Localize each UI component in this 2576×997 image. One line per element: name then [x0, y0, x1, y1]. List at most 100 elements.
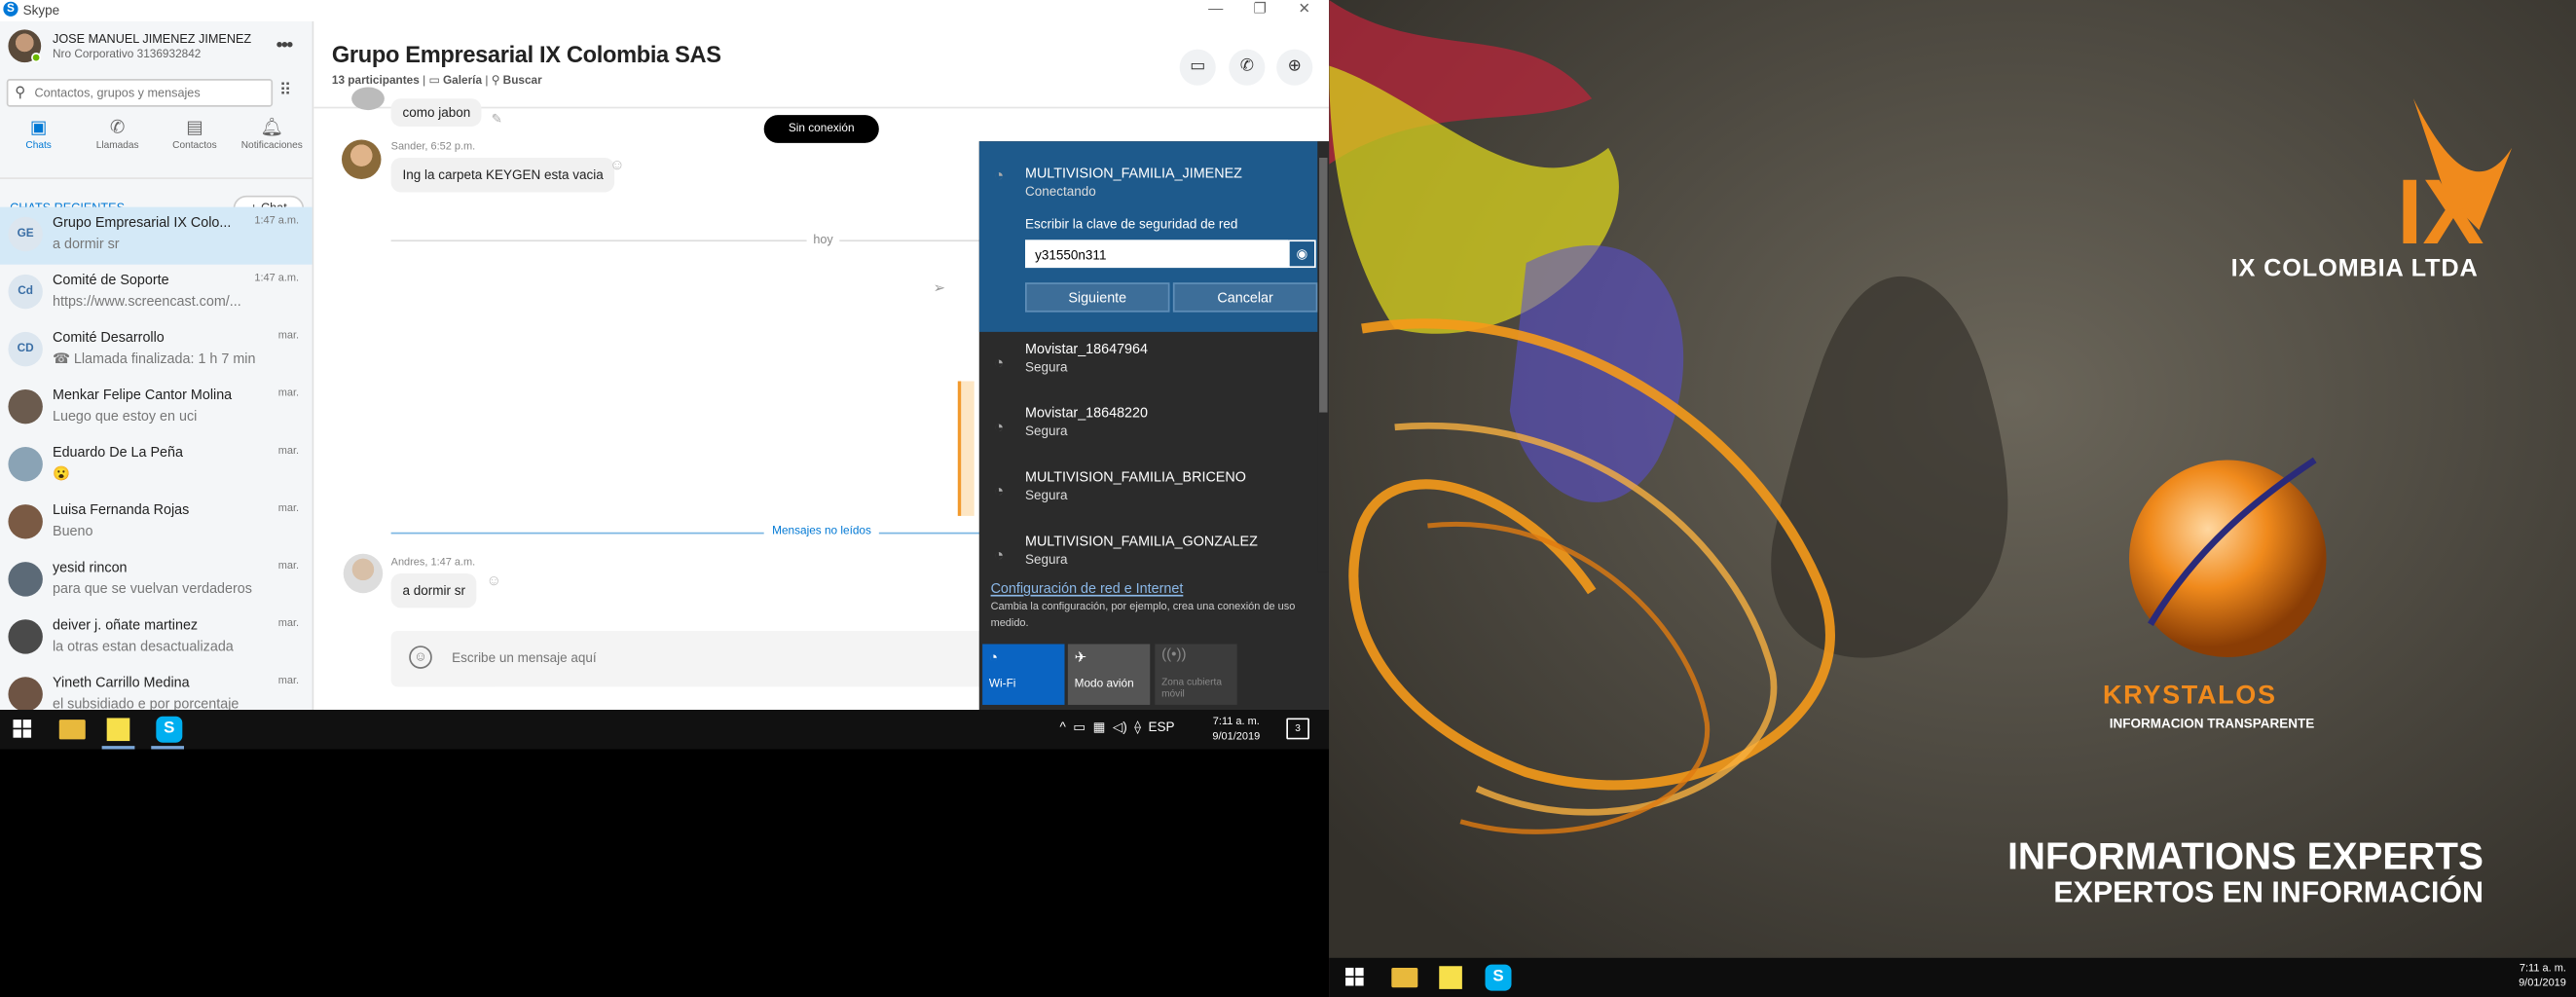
active-indicator — [151, 746, 184, 750]
call-ended-icon: ☎ — [53, 350, 74, 367]
audio-call-button[interactable]: ✆ — [1229, 49, 1266, 86]
chat-list-item[interactable]: Eduardo De La Peña 😮 mar. — [0, 437, 313, 495]
tab-contacts[interactable]: ▤ Contactos — [156, 117, 233, 152]
chat-icon: ▣ — [29, 118, 48, 138]
sticky-notes-icon[interactable] — [1439, 966, 1462, 989]
message-input[interactable] — [452, 646, 945, 669]
file-explorer-icon[interactable] — [58, 720, 86, 740]
day-label: hoy — [806, 231, 840, 247]
wifi-icon: ◔ — [988, 648, 999, 666]
skype-taskbar-icon[interactable]: S — [156, 716, 183, 743]
tab-chats-label: Chats — [25, 141, 52, 152]
wifi-toggle-label: Wi-Fi — [988, 678, 1016, 690]
network-list-item[interactable]: ◔ MULTIVISION_FAMILIA_GONZALEZ Segura — [979, 524, 1318, 586]
next-button[interactable]: Siguiente — [1025, 282, 1170, 313]
sticky-notes-icon[interactable] — [106, 718, 130, 742]
network-settings-link[interactable]: Configuración de red e Internet — [991, 580, 1184, 597]
emoji-icon[interactable]: ☺ — [409, 646, 432, 669]
search-conversation-link[interactable]: Buscar — [503, 76, 542, 88]
connecting-network-panel: ◔ MULTIVISION_FAMILIA_JIMENEZ Conectando… — [978, 141, 1318, 332]
battery-icon[interactable]: ▭ — [1073, 720, 1086, 734]
search-input[interactable] — [34, 82, 265, 104]
participants-link[interactable]: 13 participantes — [332, 76, 420, 88]
dialpad-icon[interactable]: ⠿ — [279, 82, 291, 100]
action-center-icon[interactable]: 3 — [1286, 718, 1309, 740]
airplane-mode-toggle[interactable]: ✈ Modo avión — [1067, 644, 1151, 705]
reaction-icon[interactable]: ☺ — [487, 572, 502, 588]
chat-preview-text: Llamada finalizada: 1 h 7 min — [73, 350, 256, 367]
profile-status[interactable]: Nro Corporativo 3136932842 — [53, 50, 201, 61]
tab-chats[interactable]: ▣ Chats — [0, 117, 77, 152]
maximize-icon[interactable]: ❐ — [1243, 0, 1276, 18]
language-indicator[interactable]: ESP — [1148, 720, 1174, 734]
gallery-icon: ▭ — [428, 75, 440, 88]
scrollbar-thumb[interactable] — [1319, 158, 1328, 413]
chat-list-item[interactable]: Cd Comité de Soporte https://www.screenc… — [0, 265, 313, 322]
offline-badge: Sin conexión — [763, 115, 879, 143]
volume-icon[interactable]: ◁) — [1113, 720, 1127, 734]
gallery-link[interactable]: Galería — [443, 76, 482, 88]
file-explorer-icon[interactable] — [1391, 967, 1418, 988]
clock-time: 7:11 a. m. — [1212, 716, 1260, 728]
close-icon[interactable]: ✕ — [1288, 0, 1321, 18]
chat-preview: Bueno — [53, 522, 93, 539]
network-list-item[interactable]: ◔ Movistar_18648220 Segura — [979, 396, 1318, 459]
tab-calls[interactable]: ✆ Llamadas — [79, 117, 156, 152]
active-indicator — [101, 746, 135, 750]
cancel-button[interactable]: Cancelar — [1172, 282, 1318, 313]
chat-list-item[interactable]: Luisa Fernanda Rojas Bueno mar. — [0, 495, 313, 552]
message-bubble: como jabon — [390, 98, 483, 127]
more-options-icon[interactable]: ••• — [276, 33, 294, 56]
chat-list-item[interactable]: deiver j. oñate martinez la otras estan … — [0, 609, 313, 667]
chat-list-item[interactable]: Menkar Felipe Cantor Molina Luego que es… — [0, 380, 313, 437]
chat-name: Menkar Felipe Cantor Molina — [53, 386, 233, 403]
reaction-icon[interactable]: ☺ — [609, 156, 625, 172]
chat-avatar — [8, 562, 43, 597]
hotspot-icon: ((•)) — [1161, 646, 1187, 663]
tab-contacts-label: Contactos — [172, 141, 217, 152]
profile-name[interactable]: JOSE MANUEL JIMENEZ JIMENEZ — [53, 31, 251, 46]
mobile-hotspot-toggle[interactable]: ((•)) Zona cubierta móvil — [1155, 644, 1237, 705]
chat-list-item[interactable]: CD Comité Desarrollo ☎ Llamada finalizad… — [0, 322, 313, 380]
chat-avatar: CD — [8, 331, 43, 367]
conversation-title[interactable]: Grupo Empresarial IX Colombia SAS — [332, 41, 721, 67]
app-title: Skype — [22, 3, 60, 18]
link-preview-card[interactable] — [957, 381, 975, 516]
chat-time: mar. — [277, 617, 300, 630]
chat-preview: https://www.screencast.com/... — [53, 292, 241, 310]
chevron-up-icon[interactable]: ^ — [1059, 720, 1065, 734]
notification-count: 3 — [1295, 724, 1301, 735]
mobile-hotspot-label: Zona cubierta móvil — [1161, 678, 1222, 700]
network-list-item[interactable]: ◔ Movistar_18647964 Segura — [979, 332, 1318, 394]
security-key-field[interactable] — [1025, 240, 1288, 269]
clock-date: 9/01/2019 — [1212, 730, 1261, 743]
minimize-icon[interactable]: — — [1199, 0, 1233, 17]
wifi-toggle[interactable]: ◔ Wi-Fi — [982, 644, 1065, 705]
windows-start-icon[interactable] — [1345, 967, 1364, 986]
search-box[interactable]: ⚲ — [6, 79, 274, 107]
tab-notifications[interactable]: 🔔︎ Notificaciones — [234, 117, 311, 152]
chat-list-item[interactable]: GE Grupo Empresarial IX Colo... a dormir… — [0, 206, 313, 265]
skype-taskbar-icon[interactable]: S — [1485, 964, 1512, 991]
usb-icon[interactable]: ⟠ — [1134, 720, 1141, 734]
skype-logo-icon: S — [3, 1, 18, 17]
network-name: Movistar_18647964 — [1025, 340, 1149, 357]
network-name: MULTIVISION_FAMILIA_BRICENO — [1025, 467, 1246, 485]
video-call-button[interactable]: ▭ — [1179, 49, 1216, 86]
chat-list-item[interactable]: yesid rincon para que se vuelvan verdade… — [0, 552, 313, 609]
taskbar-clock-secondary[interactable]: 7:11 a. m. 9/01/2019 — [2500, 961, 2566, 990]
taskbar-clock[interactable]: 7:11 a. m. 9/01/2019 — [1212, 715, 1260, 744]
network-icon[interactable]: ▦ — [1093, 720, 1106, 734]
windows-start-icon[interactable] — [13, 720, 32, 738]
network-list-scrollbar[interactable] — [1317, 141, 1330, 572]
conversation-subheader: 13 participantes | ▭ Galería | ⚲ Buscar — [331, 75, 542, 88]
clock-time: 7:11 a. m. — [2519, 962, 2566, 975]
security-key-input[interactable] — [1035, 244, 1282, 265]
reveal-password-icon[interactable]: ◉ — [1288, 240, 1316, 269]
chat-list-item[interactable]: Yineth Carrillo Medina el subsidiado e p… — [0, 667, 313, 710]
network-list-item[interactable]: ◔ MULTIVISION_FAMILIA_BRICENO Segura — [979, 461, 1318, 523]
edit-icon[interactable]: ✎ — [492, 112, 502, 127]
add-people-button[interactable]: ⊕ — [1276, 49, 1313, 86]
chat-name: Eduardo De La Peña — [53, 443, 183, 461]
tab-notifications-label: Notificaciones — [240, 141, 303, 152]
